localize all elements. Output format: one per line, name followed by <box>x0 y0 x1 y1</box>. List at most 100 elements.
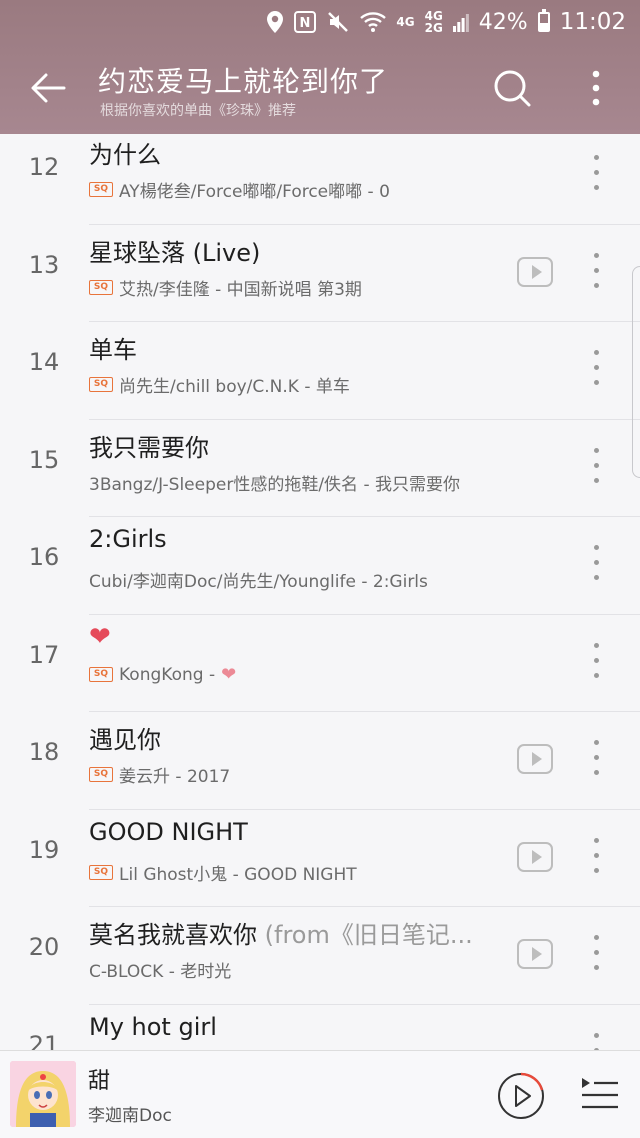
more-dot <box>594 1032 599 1038</box>
play-icon <box>498 1072 544 1119</box>
song-row[interactable]: 19 GOOD NIGHT SQ Lil Ghost小鬼 - GOOD NIGHT <box>0 810 640 907</box>
song-title: 星球坠落 (Live) <box>89 233 260 268</box>
song-row[interactable]: 18 遇见你 SQ 姜云升 - 2017 <box>0 712 640 810</box>
more-dot <box>594 965 599 970</box>
song-row[interactable]: 13 星球坠落 (Live) SQ 艾热/李佳隆 - 中国新说唱 第3期 <box>0 225 640 322</box>
song-row[interactable]: 21 My hot girl <box>0 1005 640 1051</box>
more-dot <box>594 447 599 453</box>
back-icon <box>31 73 66 103</box>
sq-badge: SQ <box>89 667 113 682</box>
more-dot <box>594 350 599 355</box>
app-root: N 4G 4G 2G 42% 11:02 约恋爱马上就轮到你了 根据你喜欢的单曲… <box>0 0 640 1138</box>
search-icon <box>494 70 531 107</box>
song-title-text: 为什么 <box>89 141 161 169</box>
song-artist-album: Cubi/李迦南Doc/尚先生/Younglife - 2:Girls <box>89 572 428 592</box>
song-title: 为什么 <box>89 135 161 170</box>
song-more-button[interactable] <box>582 153 612 193</box>
sq-badge: SQ <box>89 279 113 295</box>
lte-label: 4G <box>396 15 415 29</box>
mute-icon <box>326 10 350 34</box>
more-button[interactable] <box>578 66 614 110</box>
song-row[interactable]: 20 莫名我就喜欢你 (from《旧日笔记... C-BLOCK - 老时光 <box>0 907 640 1005</box>
heart-icon: ❤ <box>221 664 237 685</box>
song-artist-album: KongKong - <box>119 664 216 685</box>
song-meta: SQ KongKong - ❤ <box>89 665 236 685</box>
mv-play-icon[interactable] <box>517 744 553 774</box>
mv-play-icon[interactable] <box>517 256 553 287</box>
playlist-button[interactable] <box>580 1075 620 1111</box>
song-title-text: ❤ <box>89 622 111 651</box>
more-dot <box>594 867 599 873</box>
more-dot <box>594 380 599 385</box>
song-more-button[interactable] <box>582 836 612 876</box>
song-title-text: My hot girl <box>89 1012 217 1041</box>
more-dot <box>594 462 599 468</box>
battery-percent: 42% <box>478 9 528 35</box>
sq-badge: SQ <box>89 377 113 392</box>
song-row[interactable]: 16 2:Girls Cubi/李迦南Doc/尚先生/Younglife - 2:G… <box>0 517 640 615</box>
more-dot <box>594 252 599 258</box>
mini-player[interactable]: 甜 李迦南Doc <box>0 1050 640 1138</box>
mv-play-icon[interactable] <box>517 939 553 969</box>
song-more-button[interactable] <box>582 641 612 681</box>
album-cover[interactable] <box>10 1061 76 1127</box>
song-number: 19 <box>28 835 60 864</box>
more-dot <box>594 657 599 663</box>
more-dot <box>594 545 599 550</box>
song-title-extra: (from《旧日笔记... <box>264 921 473 949</box>
song-meta: C-BLOCK - 老时光 <box>89 957 231 982</box>
song-list[interactable]: 12 为什么 SQ AY楊佬叁/Force嘟嘟/Force嘟嘟 - 0 13 星球坠落 (… <box>0 134 640 1050</box>
song-row[interactable]: 12 为什么 SQ AY楊佬叁/Force嘟嘟/Force嘟嘟 - 0 <box>0 134 640 225</box>
more-dot <box>594 935 599 940</box>
more-dot <box>594 477 599 483</box>
song-title: 单车 <box>89 330 137 365</box>
more-dot <box>594 365 599 370</box>
song-number: 13 <box>28 250 60 279</box>
more-dot <box>594 672 599 678</box>
song-more-button[interactable] <box>582 738 612 778</box>
more-dot <box>594 282 599 288</box>
lte-label-3: 2G <box>424 21 443 35</box>
more-icon <box>592 70 600 106</box>
back-button[interactable] <box>26 66 70 110</box>
play-button[interactable] <box>496 1071 546 1121</box>
song-row[interactable]: 14 单车 SQ 尚先生/chill boy/C.N.K - 单车 <box>0 322 640 420</box>
song-number: 17 <box>28 640 60 669</box>
more-dot <box>594 755 599 760</box>
song-number: 21 <box>28 1030 60 1051</box>
song-artist-album: 尚先生/chill boy/C.N.K - 单车 <box>119 377 350 397</box>
song-title-text: 我只需要你 <box>89 433 209 462</box>
more-dot <box>594 950 599 955</box>
playlist-icon <box>582 1078 618 1109</box>
song-title-text: GOOD NIGHT <box>89 817 248 846</box>
song-more-button[interactable] <box>582 543 612 583</box>
wifi-icon <box>360 11 387 33</box>
song-row[interactable]: 17 ❤ SQ KongKong - ❤ <box>0 615 640 712</box>
more-dot <box>594 852 599 858</box>
song-meta: 3Bangz/J-Sleeper性感的拖鞋/佚名 - 我只需要你 <box>89 470 460 495</box>
scroll-indicator[interactable] <box>632 266 640 478</box>
song-more-button[interactable] <box>582 348 612 388</box>
sq-badge: SQ <box>89 864 113 880</box>
song-number: 20 <box>28 933 60 961</box>
song-meta: SQ AY楊佬叁/Force嘟嘟/Force嘟嘟 - 0 <box>89 177 390 202</box>
song-more-button[interactable] <box>582 933 612 973</box>
more-dot <box>594 740 599 745</box>
search-button[interactable] <box>490 66 534 110</box>
song-title-text: 2:Girls <box>89 525 167 553</box>
song-number: 16 <box>28 543 60 571</box>
song-more-button[interactable] <box>582 1031 612 1050</box>
song-more-button[interactable] <box>582 251 612 291</box>
more-dot <box>594 575 599 580</box>
signal-bars-icon <box>452 12 469 32</box>
more-dot <box>594 155 599 160</box>
more-dot <box>594 560 599 565</box>
song-artist-album: 3Bangz/J-Sleeper性感的拖鞋/佚名 - 我只需要你 <box>89 474 460 495</box>
song-row[interactable]: 15 我只需要你 3Bangz/J-Sleeper性感的拖鞋/佚名 - 我只需要你 <box>0 420 640 517</box>
more-dot <box>594 837 599 843</box>
more-dot <box>594 170 599 175</box>
page-title: 约恋爱马上就轮到你了 <box>98 65 389 98</box>
song-title: ❤ <box>89 623 111 651</box>
mv-play-icon[interactable] <box>517 841 553 872</box>
song-more-button[interactable] <box>582 446 612 486</box>
